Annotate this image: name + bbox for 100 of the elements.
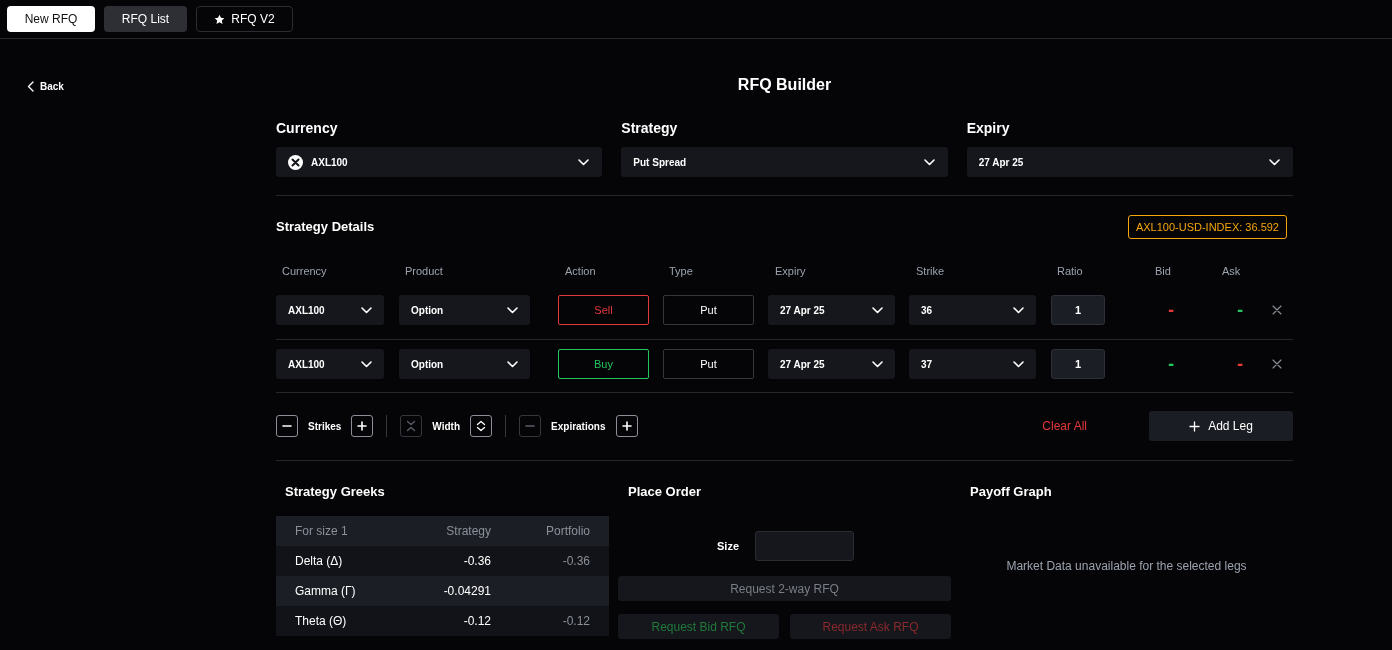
- tab[interactable]: New RFQ: [7, 6, 95, 32]
- expand-icon: [475, 420, 488, 432]
- remove-leg-button[interactable]: [1272, 359, 1282, 369]
- increase-button[interactable]: [351, 415, 374, 437]
- adjuster-label: Expirations: [551, 419, 606, 434]
- remove-leg-button[interactable]: [1272, 305, 1282, 315]
- dropdown-value: 27 Apr 25: [978, 155, 1024, 170]
- adjuster-label: Strikes: [308, 419, 342, 434]
- index-price-badge: AXL100-USD-INDEX: 36.592: [1127, 215, 1287, 239]
- portfolio-value: -0.12: [562, 614, 590, 628]
- chevron-down-icon: [1269, 158, 1280, 166]
- increase-button[interactable]: [470, 415, 493, 437]
- bid-value: -: [1168, 302, 1175, 318]
- column-header: Ask: [1222, 265, 1241, 277]
- product-dropdown[interactable]: Option: [399, 295, 530, 325]
- column-header: Action: [565, 265, 596, 277]
- ratio-input[interactable]: 1: [1051, 295, 1105, 325]
- portfolio-value: -0.36: [562, 554, 590, 568]
- collapse-icon: [405, 420, 418, 432]
- dropdown-value: 37: [921, 357, 933, 372]
- field-label: Strategy: [621, 119, 678, 137]
- dropdown-value: Option: [411, 357, 444, 372]
- chevron-left-icon: [27, 81, 34, 92]
- chevron-down-icon: [923, 158, 935, 166]
- dropdown-value: 27 Apr 25: [780, 357, 825, 372]
- column-header: Type: [669, 265, 693, 277]
- type-button[interactable]: Put: [663, 349, 754, 379]
- back-link[interactable]: Back: [27, 80, 64, 93]
- page-title: RFQ Builder: [737, 75, 832, 95]
- strategy-value: -0.36: [463, 554, 491, 568]
- tab[interactable]: RFQ List: [104, 6, 187, 32]
- greek-name: Theta (Θ): [295, 614, 347, 628]
- chevron-down-icon: [361, 306, 372, 314]
- empty-state-message: Market Data unavailable for the selected legs: [1006, 558, 1247, 575]
- tab[interactable]: RFQ V2: [196, 6, 293, 32]
- action-button[interactable]: Sell: [558, 295, 649, 325]
- strike-dropdown[interactable]: 37: [909, 349, 1036, 379]
- plus-icon: [1189, 420, 1201, 432]
- product-dropdown[interactable]: Option: [399, 349, 530, 379]
- strike-dropdown[interactable]: 36: [909, 295, 1036, 325]
- column-header: Strike: [916, 265, 945, 277]
- action-button[interactable]: Buy: [558, 349, 649, 379]
- dropdown[interactable]: 27 Apr 25: [966, 147, 1293, 177]
- ratio-input[interactable]: 1: [1051, 349, 1105, 379]
- chevron-down-icon: [872, 306, 883, 314]
- column-header: Portfolio: [545, 524, 590, 538]
- field-label: Expiry: [966, 119, 1010, 137]
- close-icon: [1272, 305, 1282, 315]
- chevron-down-icon: [872, 360, 883, 368]
- field-label: Size: [717, 538, 739, 554]
- section-title: Strategy Greeks: [284, 483, 385, 501]
- dropdown-value: AXL100: [288, 357, 325, 372]
- clear-all-button[interactable]: Clear All: [1042, 417, 1087, 435]
- column-header: Bid: [1155, 265, 1171, 277]
- chevron-down-icon: [1013, 360, 1024, 368]
- ask-value: -: [1237, 356, 1244, 372]
- column-header: Expiry: [775, 265, 806, 277]
- plus-icon: [356, 420, 369, 432]
- dropdown[interactable]: AXL100: [276, 147, 603, 177]
- dropdown-value: 27 Apr 25: [780, 303, 825, 318]
- section-title: Strategy Details: [276, 218, 375, 237]
- column-header: Ratio: [1057, 265, 1083, 277]
- chevron-down-icon: [507, 306, 518, 314]
- dropdown-value: Put Spread: [633, 155, 687, 170]
- decrease-button[interactable]: [276, 415, 298, 437]
- type-button[interactable]: Put: [663, 295, 754, 325]
- field-label: Currency: [276, 119, 338, 137]
- chevron-down-icon: [578, 158, 590, 166]
- section-title: Place Order: [627, 483, 701, 501]
- dropdown-value: AXL100: [311, 155, 348, 170]
- strategy-value: -0.04291: [443, 584, 491, 598]
- column-header: Product: [405, 265, 443, 277]
- dropdown-value: Option: [411, 303, 444, 318]
- star-icon: [214, 13, 226, 25]
- chevron-down-icon: [361, 360, 372, 368]
- column-header: For size 1: [295, 524, 348, 538]
- close-icon: [1272, 359, 1282, 369]
- expiry-dropdown[interactable]: 27 Apr 25: [768, 295, 895, 325]
- add-leg-button[interactable]: Add Leg: [1149, 411, 1293, 441]
- strategy-value: -0.12: [463, 614, 491, 628]
- expiry-dropdown[interactable]: 27 Apr 25: [768, 349, 895, 379]
- dropdown-value: 36: [921, 303, 933, 318]
- ask-value: -: [1237, 302, 1244, 318]
- currency-dropdown[interactable]: AXL100: [276, 295, 384, 325]
- chevron-down-icon: [507, 360, 518, 368]
- plus-icon: [620, 420, 633, 432]
- column-header: Currency: [282, 265, 327, 277]
- dropdown-value: AXL100: [288, 303, 325, 318]
- greek-name: Delta (Δ): [295, 554, 343, 568]
- chevron-down-icon: [1013, 306, 1024, 314]
- size-input[interactable]: [755, 531, 854, 561]
- greek-name: Gamma (Γ): [295, 584, 356, 598]
- dropdown[interactable]: Put Spread: [621, 147, 948, 177]
- adjuster-label: Width: [432, 419, 461, 434]
- currency-dropdown[interactable]: AXL100: [276, 349, 384, 379]
- coin-logo-icon: [288, 154, 303, 170]
- column-header: Strategy: [446, 524, 491, 538]
- bid-value: -: [1168, 356, 1175, 372]
- section-title: Payoff Graph: [969, 483, 1052, 501]
- increase-button[interactable]: [615, 415, 638, 437]
